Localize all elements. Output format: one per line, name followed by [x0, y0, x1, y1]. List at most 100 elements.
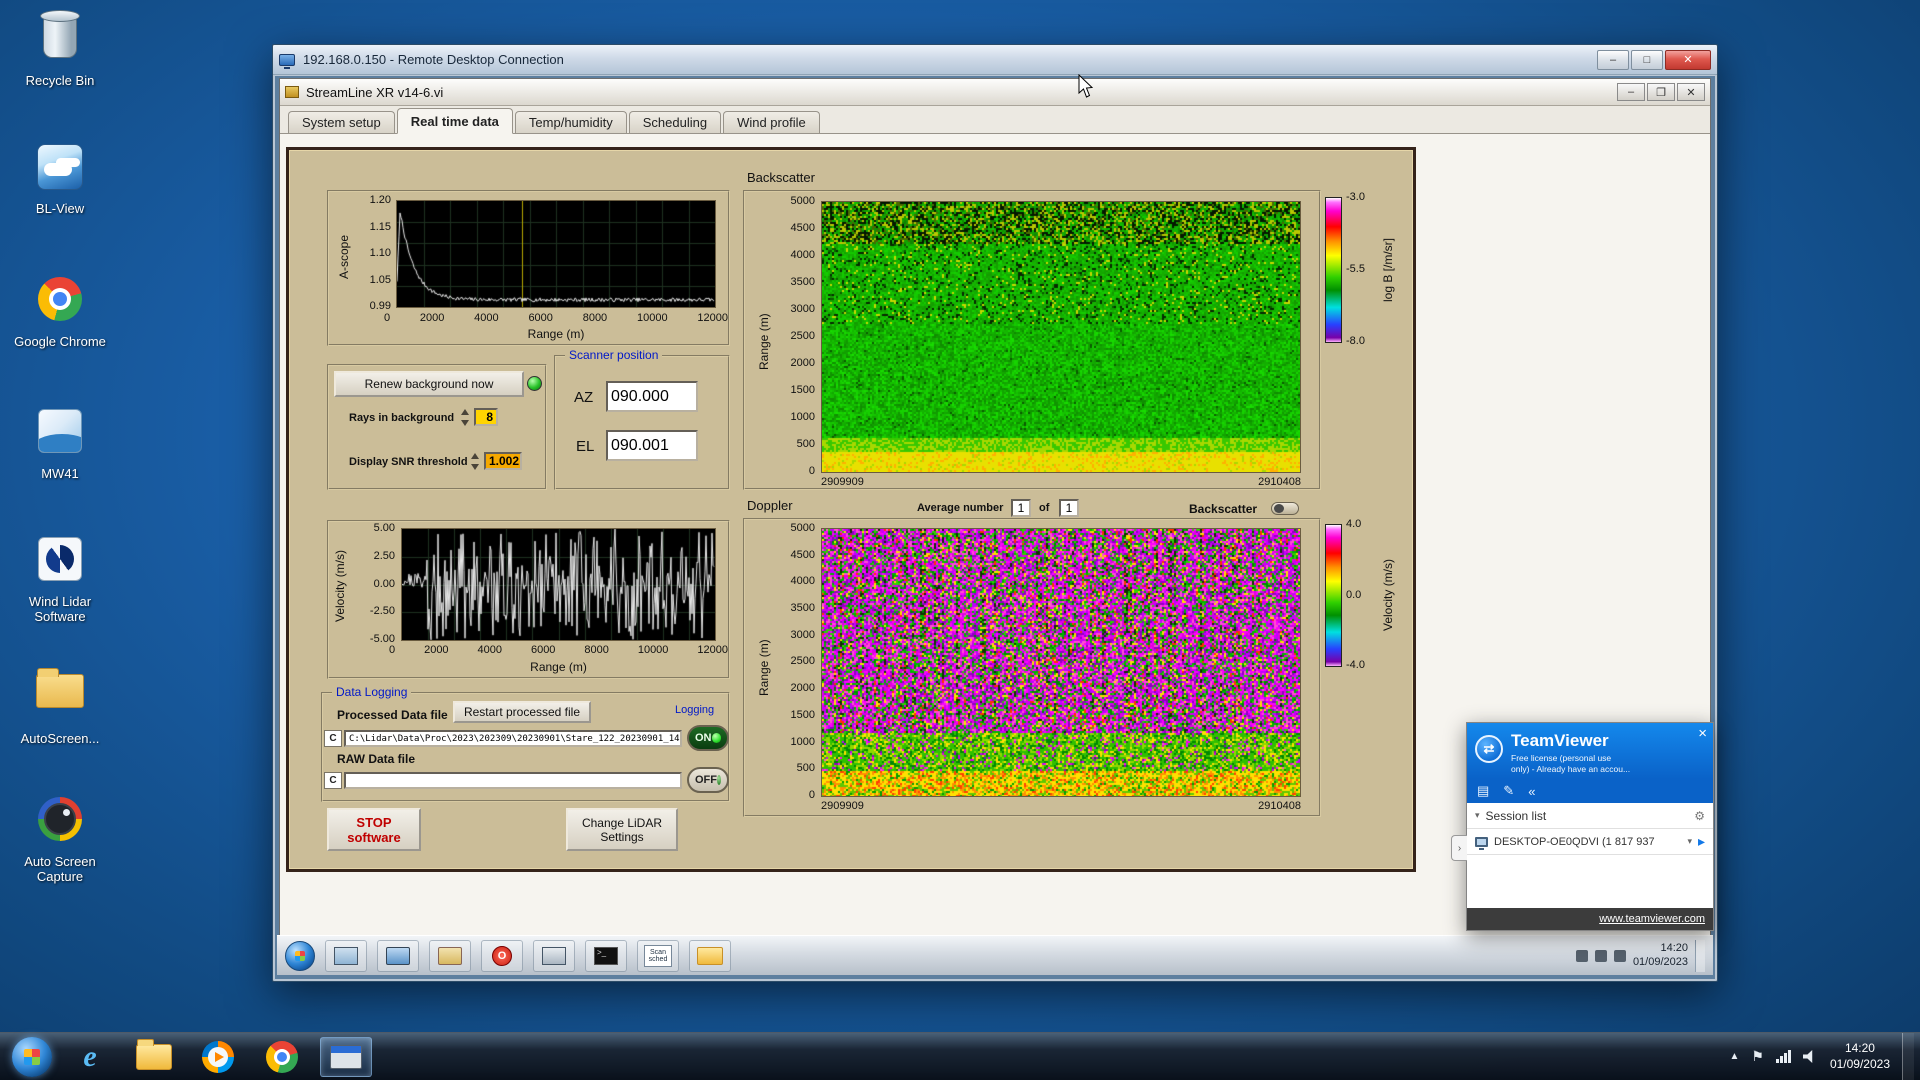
- start-button[interactable]: [12, 1036, 52, 1077]
- renew-background-led: [527, 376, 542, 391]
- remote-taskbar-item-tool[interactable]: [429, 939, 471, 972]
- remote-taskbar-item-users[interactable]: [377, 939, 419, 972]
- network-icon[interactable]: [1775, 1050, 1791, 1063]
- backscatter-colorbar-ticks: -3.0 -5.5 -8.0: [1346, 191, 1365, 347]
- action-center-flag-icon[interactable]: ⚑: [1751, 1048, 1764, 1065]
- velocity-plot-area[interactable]: [401, 528, 716, 641]
- desktop-icon-autoscreen[interactable]: AutoScreen...: [6, 662, 114, 747]
- doppler-colorbar-label: Velocity (m/s): [1381, 559, 1395, 632]
- remote-taskbar-item-system[interactable]: [533, 939, 575, 972]
- rdp-minimize-button[interactable]: –: [1597, 49, 1629, 70]
- tray-expand-icon[interactable]: ▲: [1729, 1051, 1739, 1062]
- teamviewer-logo-icon: ⇄: [1475, 735, 1503, 763]
- remote-start-button[interactable]: [285, 940, 315, 971]
- remote-taskbar-item-window[interactable]: [325, 939, 367, 972]
- raw-logging-toggle[interactable]: OFF: [687, 767, 729, 793]
- raw-data-file-path[interactable]: [344, 772, 682, 789]
- taskbar-item-media-player[interactable]: [192, 1037, 244, 1077]
- taskbar-item-rdp[interactable]: [320, 1036, 372, 1077]
- doppler-y-axis-label: Range (m): [757, 639, 771, 697]
- remote-show-desktop-button[interactable]: [1695, 939, 1705, 972]
- remote-taskbar-item-folder[interactable]: [689, 939, 731, 972]
- collapse-icon[interactable]: «: [1528, 784, 1535, 799]
- velocity-graph: Velocity (m/s) 5.00 2.50 0.00 -2.50 -5.0…: [327, 520, 730, 679]
- volume-icon[interactable]: [1802, 1050, 1813, 1063]
- processed-logging-toggle[interactable]: ON: [687, 725, 729, 751]
- desktop-icon-mw41[interactable]: MW41: [6, 404, 114, 482]
- tab-system-setup[interactable]: System setup: [288, 111, 395, 133]
- doppler-heatmap: Range (m) 5000 4500 4000 3500 3000 2500 …: [743, 518, 1321, 817]
- rays-value-field[interactable]: 8: [474, 408, 498, 426]
- computer-name: DESKTOP-OE0QDVI (1 817 937: [1494, 835, 1655, 848]
- teamviewer-collapse-tab[interactable]: ›: [1451, 835, 1467, 861]
- tray-icon[interactable]: [1613, 949, 1626, 962]
- console-icon: >_: [594, 946, 618, 965]
- chevron-down-icon[interactable]: ▾: [1687, 836, 1692, 847]
- restart-processed-file-button[interactable]: Restart processed file: [453, 701, 591, 723]
- rdp-titlebar[interactable]: 192.168.0.150 - Remote Desktop Connectio…: [273, 45, 1717, 75]
- list-icon[interactable]: ▤: [1477, 783, 1489, 799]
- rdp-maximize-button[interactable]: □: [1631, 49, 1663, 70]
- app-close-button[interactable]: ✕: [1677, 83, 1705, 101]
- remote-taskbar-item-console[interactable]: >_: [585, 939, 627, 972]
- backscatter-plot-area[interactable]: [821, 201, 1301, 473]
- backscatter-y-ticks: 5000 4500 4000 3500 3000 2500 2000 1500 …: [790, 195, 815, 477]
- average-number-field[interactable]: 1: [1011, 499, 1031, 517]
- tray-icon[interactable]: [1575, 949, 1588, 962]
- teamviewer-website-link[interactable]: www.teamviewer.com: [1599, 913, 1705, 925]
- teamviewer-computer-row[interactable]: DESKTOP-OE0QDVI (1 817 937 ▾ ▸: [1467, 829, 1713, 855]
- app-titlebar[interactable]: StreamLine XR v14-6.vi – ❐ ✕: [280, 79, 1710, 106]
- gear-icon[interactable]: ⚙: [1694, 809, 1705, 823]
- processed-drive-letter[interactable]: C: [324, 730, 342, 747]
- doppler-plot-area[interactable]: [821, 528, 1301, 797]
- snr-value-field[interactable]: 1.002: [484, 452, 522, 470]
- desktop-icon-google-chrome[interactable]: Google Chrome: [6, 272, 114, 350]
- processed-data-file-path[interactable]: C:\Lidar\Data\Proc\2023\202309\20230901\…: [344, 730, 682, 747]
- az-value-field[interactable]: 090.000: [606, 381, 698, 412]
- remote-taskbar-item-power[interactable]: O: [481, 939, 523, 972]
- tab-temp-humidity[interactable]: Temp/humidity: [514, 111, 627, 133]
- connect-cursor-icon[interactable]: ▸: [1698, 833, 1705, 850]
- show-desktop-button[interactable]: [1902, 1032, 1914, 1080]
- app-minimize-button[interactable]: –: [1617, 83, 1645, 101]
- taskbar-clock[interactable]: 14:20 01/09/2023: [1830, 1041, 1890, 1072]
- backscatter-doppler-toggle[interactable]: [1271, 502, 1299, 515]
- a-scope-plot-area[interactable]: [396, 200, 716, 308]
- backscatter-y-axis-label: Range (m): [757, 313, 771, 371]
- desktop-icon-auto-screen-capture[interactable]: Auto Screen Capture: [6, 792, 114, 885]
- teamviewer-session-list-row[interactable]: ▾ Session list ⚙: [1467, 803, 1713, 829]
- bl-view-icon: [33, 144, 87, 198]
- desktop-icon-wind-lidar[interactable]: Wind Lidar Software: [6, 532, 114, 625]
- power-off-icon: O: [492, 945, 512, 966]
- chevron-down-icon: ▾: [1475, 810, 1480, 820]
- doppler-x-ticks: 2909909 2910408: [821, 800, 1301, 812]
- tab-wind-profile[interactable]: Wind profile: [723, 111, 820, 133]
- change-lidar-settings-button[interactable]: Change LiDAR Settings: [566, 808, 678, 851]
- pencil-icon[interactable]: ✎: [1503, 783, 1514, 799]
- taskbar-item-internet-explorer[interactable]: e: [64, 1037, 116, 1077]
- desktop-icon-bl-view[interactable]: BL-View: [6, 140, 114, 217]
- remote-taskbar-item-scan-sched[interactable]: Scan sched: [637, 939, 679, 972]
- snr-spinner[interactable]: [471, 453, 481, 470]
- el-value-field[interactable]: 090.001: [606, 430, 698, 461]
- tray-icon[interactable]: [1594, 949, 1607, 962]
- stop-software-button[interactable]: STOP software: [327, 808, 421, 851]
- teamviewer-close-icon[interactable]: ×: [1698, 725, 1707, 742]
- average-total-field[interactable]: 1: [1059, 499, 1079, 517]
- tab-scheduling[interactable]: Scheduling: [628, 111, 722, 133]
- velocity-y-ticks: 5.00 2.50 0.00 -2.50 -5.00: [369, 522, 395, 645]
- taskbar-item-explorer[interactable]: [128, 1037, 180, 1077]
- rays-spinner[interactable]: [461, 409, 471, 426]
- remote-clock[interactable]: 14:20 01/09/2023: [1633, 942, 1688, 970]
- desktop-icon-recycle-bin[interactable]: Recycle Bin: [6, 8, 114, 89]
- rdp-close-button[interactable]: ✕: [1665, 49, 1711, 70]
- renew-background-button[interactable]: Renew background now: [334, 371, 524, 397]
- tab-real-time-data[interactable]: Real time data: [396, 108, 513, 134]
- app-restore-button[interactable]: ❐: [1647, 83, 1675, 101]
- desktop-icon-label: Auto Screen Capture: [24, 854, 96, 884]
- taskbar-item-chrome[interactable]: [256, 1037, 308, 1077]
- raw-drive-letter[interactable]: C: [324, 772, 342, 789]
- rdp-window-title: 192.168.0.150 - Remote Desktop Connectio…: [303, 52, 564, 67]
- backscatter-x-ticks: 2909909 2910408: [821, 476, 1301, 488]
- teamviewer-header: ⇄ TeamViewer Free license (personal use …: [1467, 723, 1713, 779]
